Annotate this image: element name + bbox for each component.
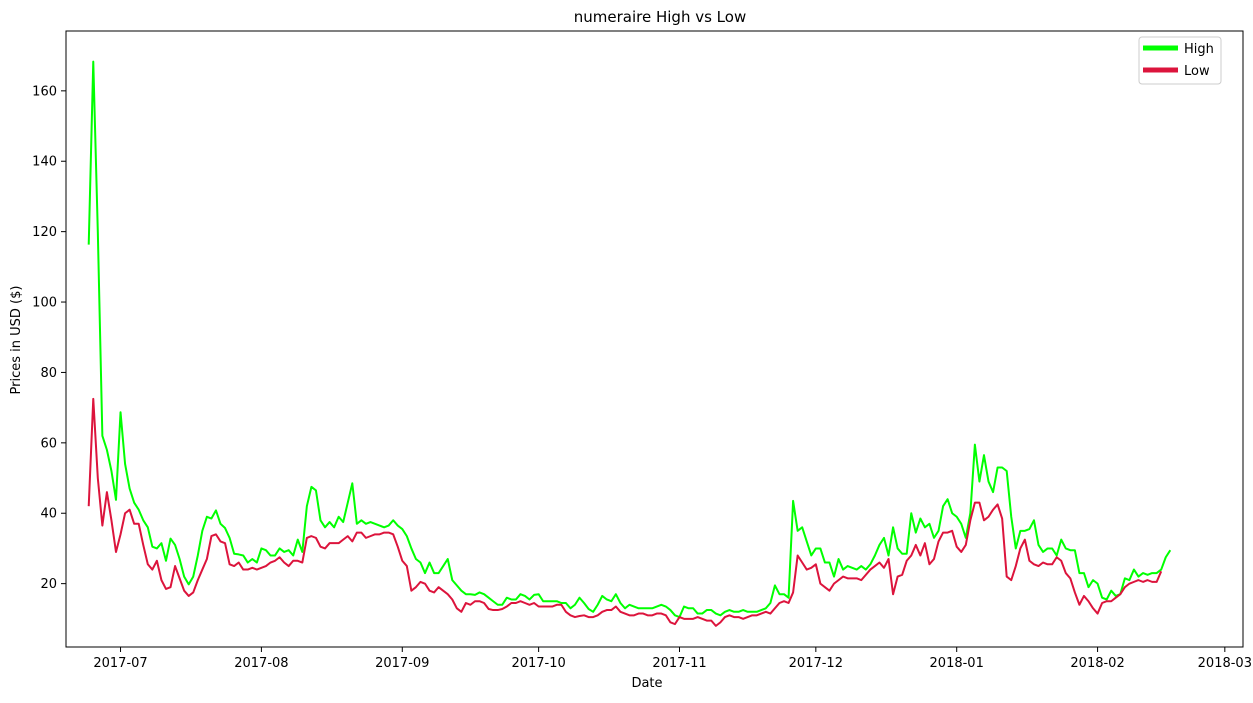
x-tick-label: 2018-02: [1070, 656, 1124, 671]
y-tick-label: 40: [40, 507, 57, 522]
chart-title: numeraire High vs Low: [574, 8, 746, 26]
y-tick-label: 100: [32, 296, 57, 311]
y-tick-label: 20: [40, 577, 57, 592]
x-tick-label: 2018-03: [1198, 656, 1252, 671]
y-tick-label: 120: [32, 225, 57, 240]
legend-label-high: High: [1184, 42, 1214, 57]
x-tick-label: 2017-07: [93, 656, 147, 671]
x-tick-label: 2017-09: [375, 656, 429, 671]
legend-label-low: Low: [1184, 64, 1210, 79]
chart-container: numeraire High vs Low 2017-07 2017-08 2017…: [0, 0, 1253, 699]
x-tick-label: 2017-10: [511, 656, 565, 671]
line-chart: numeraire High vs Low 2017-07 2017-08 2017…: [0, 0, 1253, 699]
y-axis-label: Prices in USD ($): [9, 286, 24, 395]
x-tick-label: 2017-08: [234, 656, 288, 671]
y-tick-label: 160: [32, 84, 57, 99]
y-tick-label: 80: [40, 366, 57, 381]
legend: High Low: [1138, 36, 1222, 85]
x-tick-label: 2018-01: [930, 656, 984, 671]
x-tick-label: 2017-11: [652, 656, 706, 671]
y-tick-label: 60: [40, 436, 57, 451]
x-axis-label: Date: [631, 676, 662, 691]
y-tick-label: 140: [32, 155, 57, 170]
x-tick-label: 2017-12: [789, 656, 843, 671]
